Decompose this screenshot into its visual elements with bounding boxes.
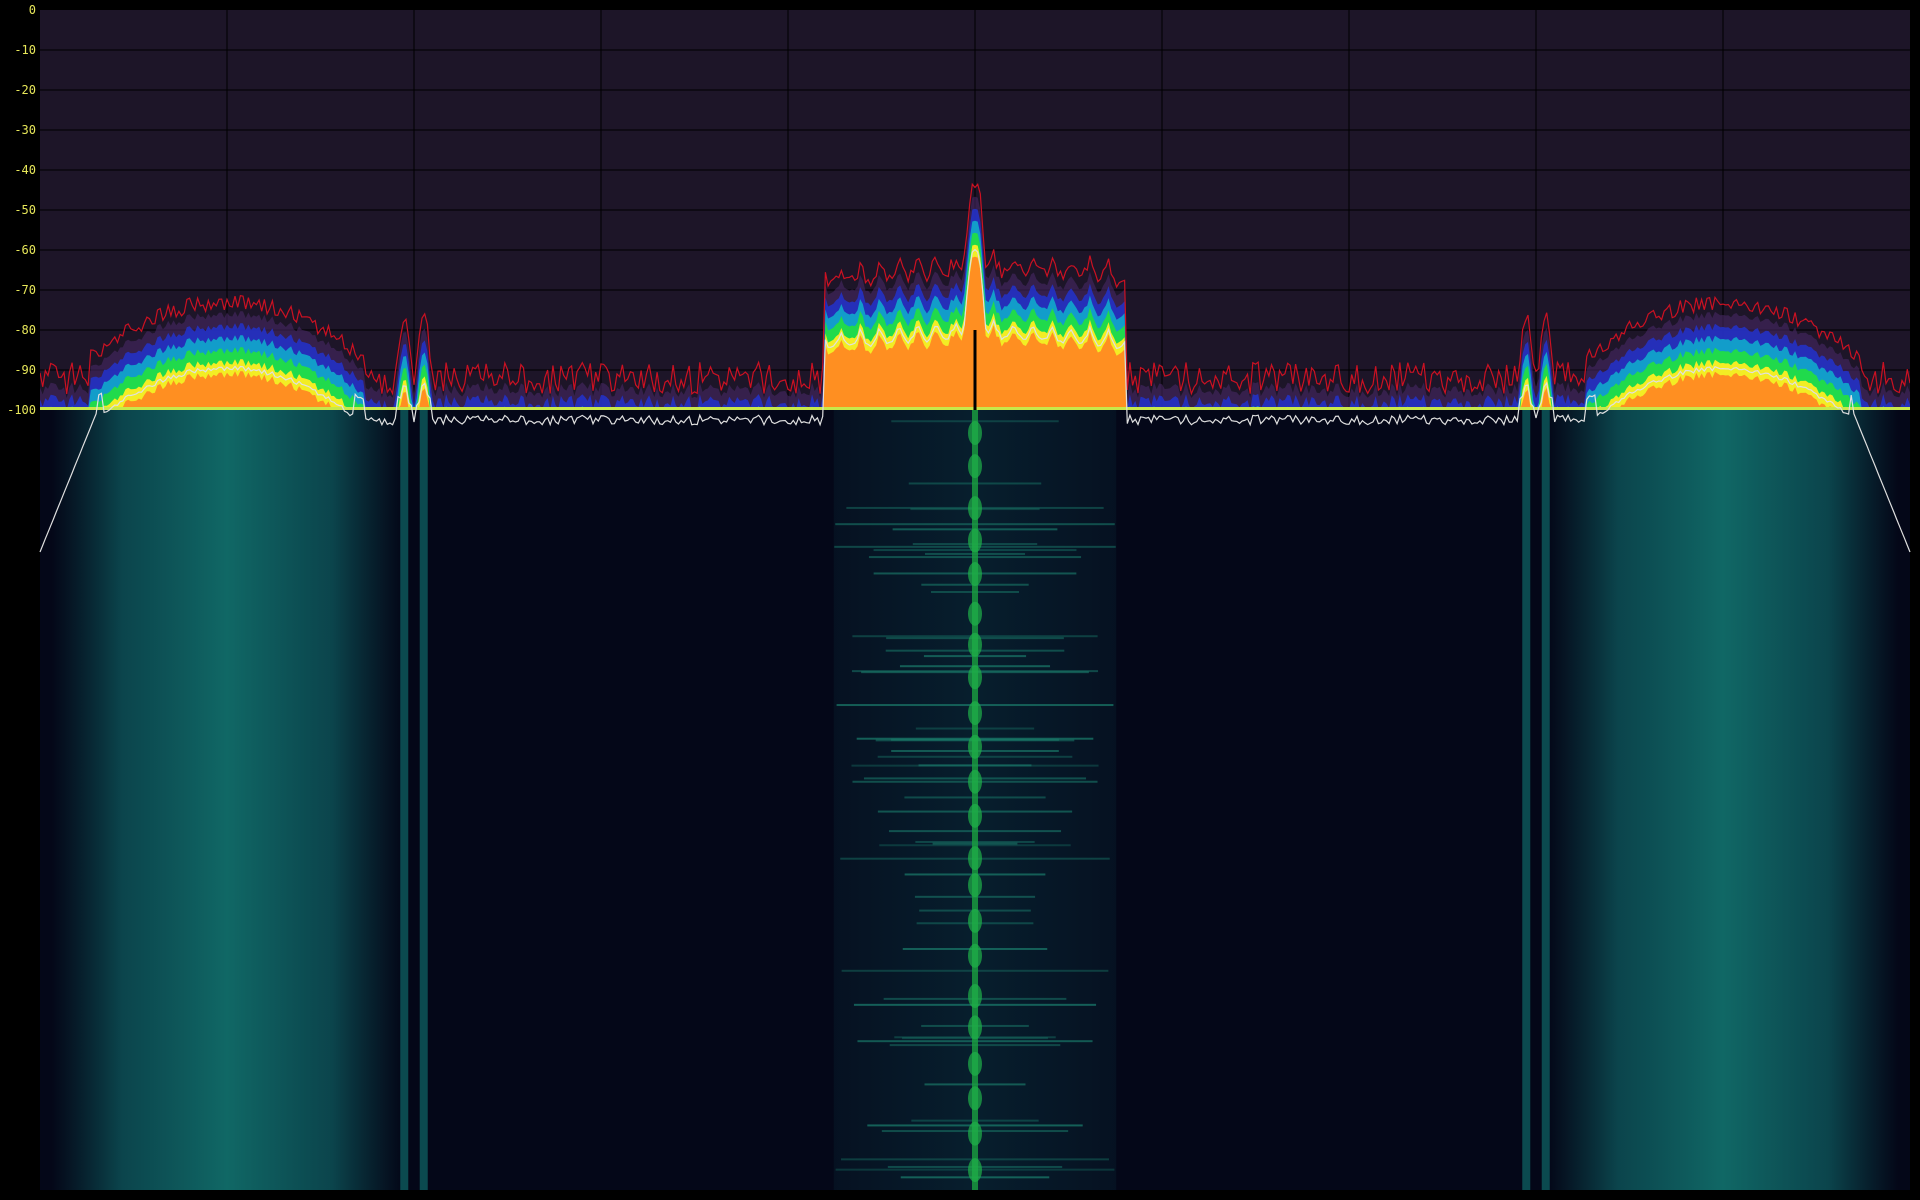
waterfall-blob [968, 496, 982, 521]
spectrum-svg [40, 10, 1910, 410]
db-label: -80 [14, 323, 36, 337]
waterfall-blob [968, 1051, 982, 1076]
db-label: -100 [7, 403, 36, 417]
db-label: -20 [14, 83, 36, 97]
waterfall-blob [968, 601, 982, 626]
spectrum-plot[interactable] [40, 10, 1910, 410]
waterfall-blob [968, 632, 982, 657]
db-label: -10 [14, 43, 36, 57]
sdr-spectrum-display: 0-10-20-30-40-50-60-70-80-90-100 -96.0k-… [0, 0, 1920, 1200]
waterfall-blob [968, 665, 982, 690]
waterfall-carrier [1541, 410, 1550, 1190]
db-label: -70 [14, 283, 36, 297]
db-label: -60 [14, 243, 36, 257]
waterfall-blob [968, 908, 982, 933]
db-label: -90 [14, 363, 36, 377]
waterfall-carrier [400, 410, 409, 1190]
db-label: 0 [28, 3, 36, 17]
db-label: -30 [14, 123, 36, 137]
waterfall-blob [968, 1086, 982, 1111]
waterfall-blob [968, 1121, 982, 1146]
waterfall-blob [968, 421, 982, 446]
waterfall-blob [968, 983, 982, 1008]
db-label: -50 [14, 203, 36, 217]
waterfall-carrier [419, 410, 428, 1190]
waterfall-blob [968, 769, 982, 794]
waterfall-signal [1547, 410, 1899, 1190]
waterfall-blob [968, 528, 982, 553]
waterfall-svg [51, 410, 1899, 1190]
waterfall-blob [968, 562, 982, 587]
waterfall-blob [968, 873, 982, 898]
db-label: -40 [14, 163, 36, 177]
waterfall-blob [968, 943, 982, 968]
waterfall-blob [968, 846, 982, 871]
waterfall-display[interactable] [40, 410, 1910, 1190]
waterfall-signal [51, 410, 403, 1190]
waterfall-blob [968, 454, 982, 479]
waterfall-blob [968, 701, 982, 726]
waterfall-blob [968, 1158, 982, 1183]
waterfall-blob [968, 1015, 982, 1040]
waterfall-blob [968, 803, 982, 828]
waterfall-carrier [1522, 410, 1531, 1190]
waterfall-blob [968, 734, 982, 759]
